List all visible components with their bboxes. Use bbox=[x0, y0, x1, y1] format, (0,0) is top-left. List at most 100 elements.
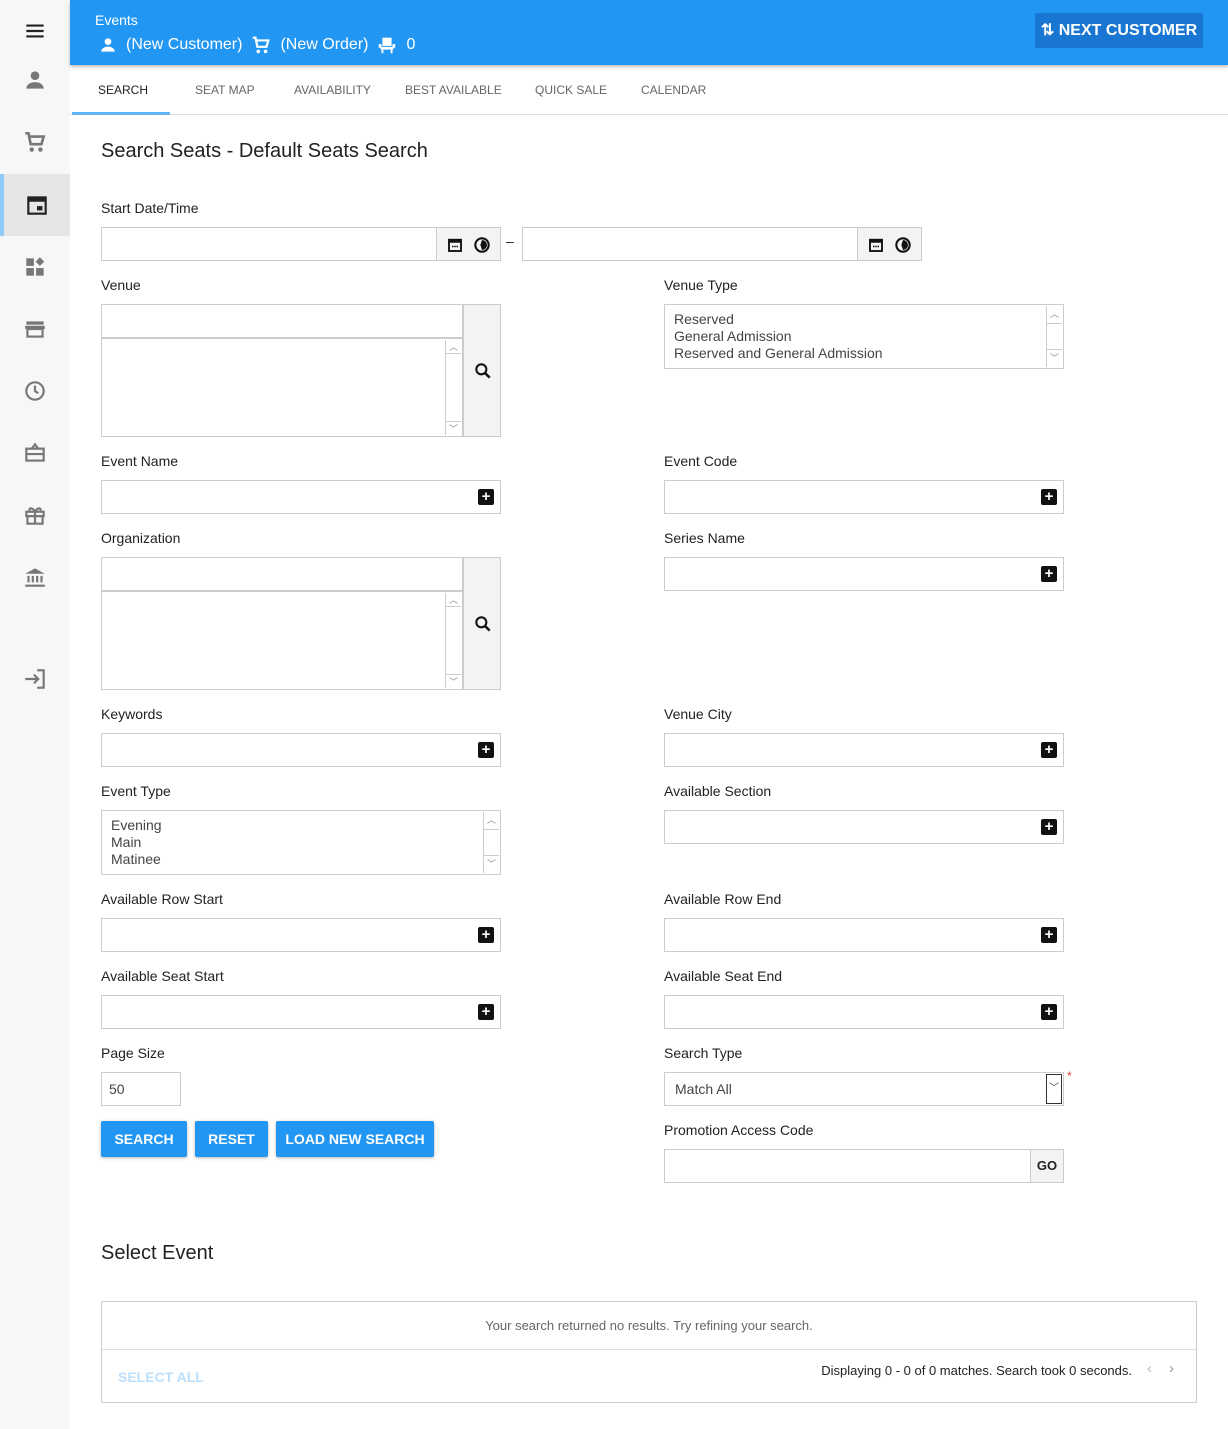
series-name-input[interactable] bbox=[664, 557, 1064, 591]
scrollbar[interactable]: ︿ ﹀ bbox=[1046, 306, 1062, 367]
next-customer-button[interactable]: ⇅ NEXT CUSTOMER bbox=[1035, 13, 1203, 48]
event-type-listbox[interactable]: Evening Main Matinee ︿ ﹀ bbox=[101, 810, 501, 875]
start-date-label: Start Date/Time bbox=[101, 200, 199, 216]
results-table: Your search returned no results. Try ref… bbox=[101, 1301, 1197, 1403]
end-date-picker bbox=[857, 227, 922, 261]
exit-icon bbox=[25, 669, 45, 689]
sidebar-item-clock[interactable] bbox=[0, 360, 70, 422]
promo-code-input[interactable] bbox=[664, 1149, 1031, 1183]
series-name-label: Series Name bbox=[664, 530, 745, 546]
add-icon[interactable]: + bbox=[1041, 1004, 1057, 1020]
venue-type-listbox[interactable]: Reserved General Admission Reserved and Ge… bbox=[664, 304, 1064, 369]
seat-icon bbox=[379, 37, 396, 54]
list-option[interactable]: Evening bbox=[111, 817, 491, 834]
venue-search-button[interactable] bbox=[463, 304, 501, 437]
ticket-icon bbox=[25, 442, 45, 462]
module-title: Events bbox=[95, 12, 138, 28]
start-date-picker bbox=[436, 227, 501, 261]
next-page-icon[interactable]: › bbox=[1169, 1360, 1174, 1377]
event-name-input[interactable] bbox=[101, 480, 501, 514]
end-date-input[interactable] bbox=[522, 227, 858, 261]
reset-button[interactable]: RESET bbox=[195, 1121, 268, 1157]
list-option[interactable]: Reserved and General Admission bbox=[674, 345, 1054, 362]
list-option[interactable]: General Admission bbox=[674, 328, 1054, 345]
sidebar-item-store[interactable] bbox=[0, 298, 70, 360]
sidebar-item-gift[interactable] bbox=[0, 484, 70, 546]
search-type-label: Search Type bbox=[664, 1045, 743, 1061]
list-option[interactable]: Matinee bbox=[111, 851, 491, 868]
sidebar-item-calendar[interactable] bbox=[0, 174, 70, 236]
add-icon[interactable]: + bbox=[478, 1004, 494, 1020]
available-section-input[interactable] bbox=[664, 810, 1064, 844]
scrollbar[interactable]: ︿ ﹀ bbox=[483, 812, 499, 873]
seat-end-input[interactable] bbox=[664, 995, 1064, 1029]
tab-calendar[interactable]: CALENDAR bbox=[641, 65, 706, 115]
bank-icon bbox=[25, 568, 45, 587]
person-icon bbox=[101, 38, 115, 52]
cart-icon bbox=[25, 132, 46, 152]
add-icon[interactable]: + bbox=[1041, 819, 1057, 835]
sidebar-item-dashboard[interactable] bbox=[0, 236, 70, 298]
tab-best-available[interactable]: BEST AVAILABLE bbox=[405, 65, 502, 115]
calendar-icon[interactable] bbox=[446, 236, 464, 254]
venue-label: Venue bbox=[101, 277, 141, 293]
tab-seat-map[interactable]: SEAT MAP bbox=[195, 65, 255, 115]
event-type-label: Event Type bbox=[101, 783, 171, 799]
select-all-button[interactable]: SELECT ALL bbox=[118, 1369, 204, 1385]
customer-link[interactable]: (New Customer) bbox=[126, 36, 242, 54]
add-icon[interactable]: + bbox=[478, 742, 494, 758]
venue-listbox[interactable]: ︿ ﹀ bbox=[101, 338, 463, 437]
sidebar-item-person[interactable] bbox=[0, 49, 70, 111]
venue-city-input[interactable] bbox=[664, 733, 1064, 767]
organization-search-button[interactable] bbox=[463, 557, 501, 690]
scrollbar[interactable]: ︿ ﹀ bbox=[445, 593, 461, 688]
search-button[interactable]: SEARCH bbox=[101, 1121, 187, 1157]
load-new-search-button[interactable]: LOAD NEW SEARCH bbox=[276, 1121, 434, 1157]
add-icon[interactable]: + bbox=[478, 489, 494, 505]
store-icon bbox=[25, 321, 45, 338]
prev-page-icon[interactable]: ‹ bbox=[1147, 1360, 1152, 1377]
clock-icon[interactable] bbox=[472, 235, 492, 255]
sidebar-item-cart[interactable] bbox=[0, 111, 70, 173]
page-size-input[interactable]: 50 bbox=[101, 1072, 181, 1106]
add-icon[interactable]: + bbox=[1041, 566, 1057, 582]
row-end-input[interactable] bbox=[664, 918, 1064, 952]
clock-icon[interactable] bbox=[893, 235, 913, 255]
calendar-icon[interactable] bbox=[867, 236, 885, 254]
add-icon[interactable]: + bbox=[478, 927, 494, 943]
seat-start-input[interactable] bbox=[101, 995, 501, 1029]
start-date-input[interactable] bbox=[101, 227, 437, 261]
empty-message: Your search returned no results. Try ref… bbox=[485, 1318, 813, 1333]
venue-input[interactable] bbox=[101, 304, 463, 338]
list-option[interactable]: Main bbox=[111, 834, 491, 851]
add-icon[interactable]: + bbox=[1041, 742, 1057, 758]
event-code-input[interactable] bbox=[664, 480, 1064, 514]
row-start-input[interactable] bbox=[101, 918, 501, 952]
search-type-select[interactable]: Match All ﹀ bbox=[664, 1072, 1064, 1106]
sidebar-item-exit[interactable] bbox=[0, 648, 70, 710]
scrollbar[interactable]: ︿ ﹀ bbox=[445, 340, 461, 435]
keywords-input[interactable] bbox=[101, 733, 501, 767]
tab-availability[interactable]: AVAILABILITY bbox=[294, 65, 371, 115]
results-status: Displaying 0 - 0 of 0 matches. Search to… bbox=[821, 1363, 1132, 1378]
order-link[interactable]: (New Order) bbox=[280, 36, 368, 54]
seat-count: 0 bbox=[406, 36, 416, 53]
keywords-label: Keywords bbox=[101, 706, 163, 722]
search-icon bbox=[475, 363, 491, 379]
add-icon[interactable]: + bbox=[1041, 927, 1057, 943]
organization-listbox[interactable]: ︿ ﹀ bbox=[101, 591, 463, 690]
tab-bar: SEARCH SEAT MAP AVAILABILITY BEST AVAILABLE… bbox=[70, 65, 1228, 115]
tab-search[interactable]: SEARCH bbox=[98, 65, 148, 115]
person-icon bbox=[26, 71, 44, 89]
add-icon[interactable]: + bbox=[1041, 489, 1057, 505]
date-separator: – bbox=[506, 233, 514, 249]
active-tab-indicator bbox=[72, 112, 170, 115]
sidebar-item-ticket[interactable] bbox=[0, 422, 70, 484]
seat-end-label: Available Seat End bbox=[664, 968, 783, 984]
list-option[interactable]: Reserved bbox=[674, 311, 1054, 328]
go-button[interactable]: GO bbox=[1030, 1149, 1064, 1183]
tab-quick-sale[interactable]: QUICK SALE bbox=[535, 65, 607, 115]
organization-input[interactable] bbox=[101, 557, 463, 591]
sidebar-item-bank[interactable] bbox=[0, 546, 70, 608]
clock-icon bbox=[25, 381, 45, 401]
